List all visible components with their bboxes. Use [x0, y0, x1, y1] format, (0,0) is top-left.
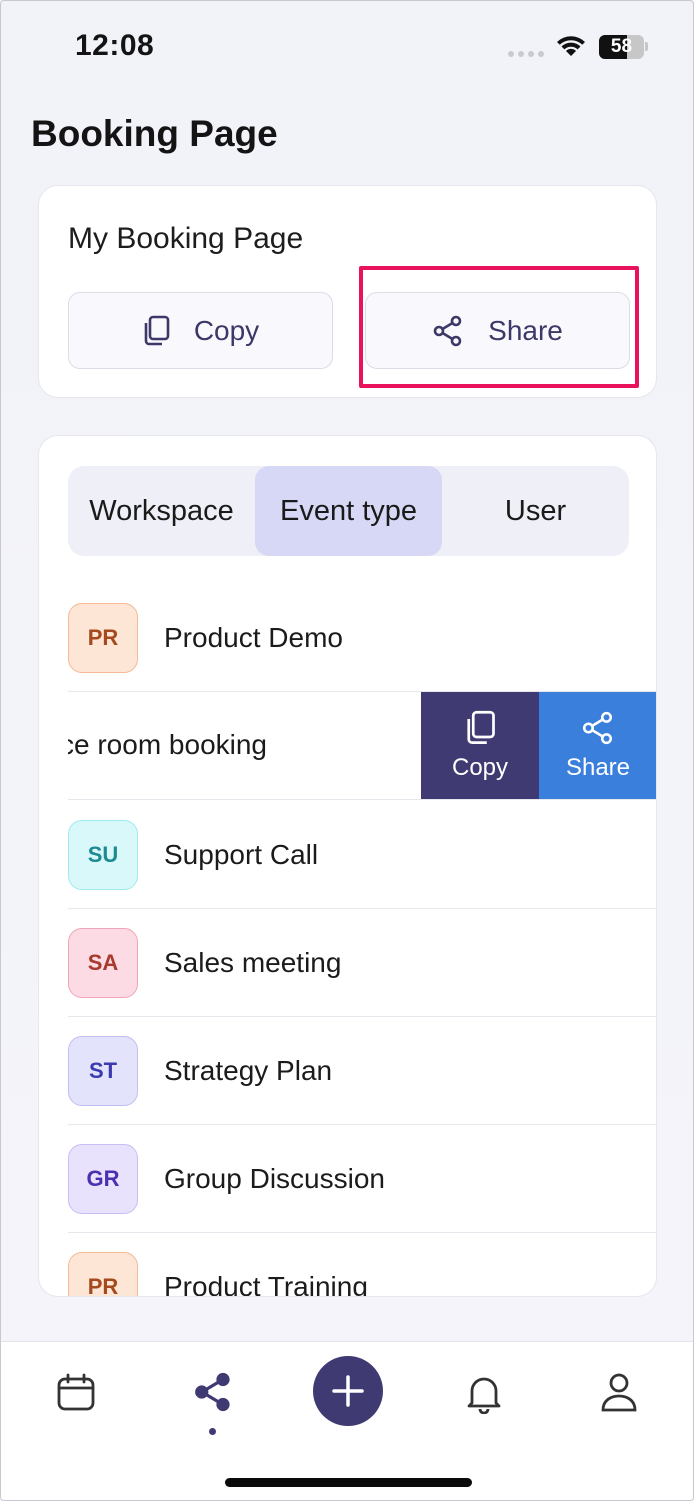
event-item-sales-meeting[interactable]: SA Sales meeting — [68, 909, 656, 1017]
add-button[interactable] — [313, 1356, 383, 1426]
copy-icon — [144, 315, 170, 345]
share-icon — [582, 711, 613, 744]
profile-icon[interactable] — [600, 1372, 638, 1414]
event-avatar: PR — [68, 602, 138, 673]
event-item-strategy-plan[interactable]: ST Strategy Plan — [68, 1017, 656, 1125]
event-name: Strategy Plan — [164, 1054, 333, 1086]
event-item-support-call[interactable]: SU Support Call — [68, 801, 656, 909]
add-icon — [332, 1375, 364, 1407]
copy-link-button[interactable]: Copy — [68, 292, 333, 369]
calendar-icon[interactable] — [56, 1372, 96, 1412]
event-avatar: SU — [68, 819, 138, 890]
event-item-group-discussion[interactable]: GR Group Discussion — [68, 1125, 656, 1233]
status-time: 12:08 — [75, 29, 155, 62]
event-item-swiped[interactable]: ce room booking Copy Share — [68, 692, 656, 800]
battery-level: 58 — [610, 36, 633, 57]
booking-page-label: My Booking Page — [68, 222, 304, 255]
event-list-card: Workspace Event type User PR Product Dem… — [38, 435, 657, 1297]
event-avatar: SA — [68, 927, 138, 998]
tab-workspace[interactable]: Workspace — [68, 466, 255, 556]
event-name: Group Discussion — [164, 1162, 385, 1194]
active-nav-indicator — [209, 1428, 216, 1435]
event-name: Product Demo — [164, 621, 343, 653]
event-item-product-demo[interactable]: PR Product Demo — [68, 584, 656, 692]
event-avatar: PR — [68, 1252, 138, 1296]
event-name: Sales meeting — [164, 946, 342, 978]
swipe-copy-label: Copy — [451, 753, 509, 781]
app-screen: 12:08 58 Booking Page My Booking Page Co… — [0, 0, 694, 1501]
swipe-share-button[interactable]: Share — [539, 692, 656, 799]
battery-tip — [645, 42, 648, 51]
event-avatar: ST — [68, 1035, 138, 1106]
share-icon[interactable] — [193, 1372, 233, 1412]
event-name-partial: ce room booking — [68, 729, 268, 760]
copy-icon — [467, 710, 495, 744]
share-highlight-box — [359, 266, 639, 388]
copy-button-label: Copy — [193, 314, 260, 346]
tab-event-type[interactable]: Event type — [255, 466, 442, 556]
event-item-product-training[interactable]: PR Product Training — [68, 1233, 656, 1297]
home-indicator — [225, 1478, 472, 1487]
signal-icon — [508, 51, 544, 57]
tab-user[interactable]: User — [442, 466, 629, 556]
page-title: Booking Page — [31, 113, 278, 154]
bottom-navigation — [1, 1341, 693, 1500]
event-name: Product Training — [164, 1271, 368, 1297]
battery-icon: 58 — [599, 35, 644, 59]
event-avatar: GR — [68, 1143, 138, 1214]
bell-icon[interactable] — [464, 1372, 504, 1414]
segmented-control: Workspace Event type User — [68, 466, 629, 556]
wifi-icon — [557, 36, 585, 56]
event-name: Support Call — [164, 838, 319, 870]
swipe-copy-button[interactable]: Copy — [421, 692, 539, 799]
swipe-share-label: Share — [565, 753, 631, 781]
